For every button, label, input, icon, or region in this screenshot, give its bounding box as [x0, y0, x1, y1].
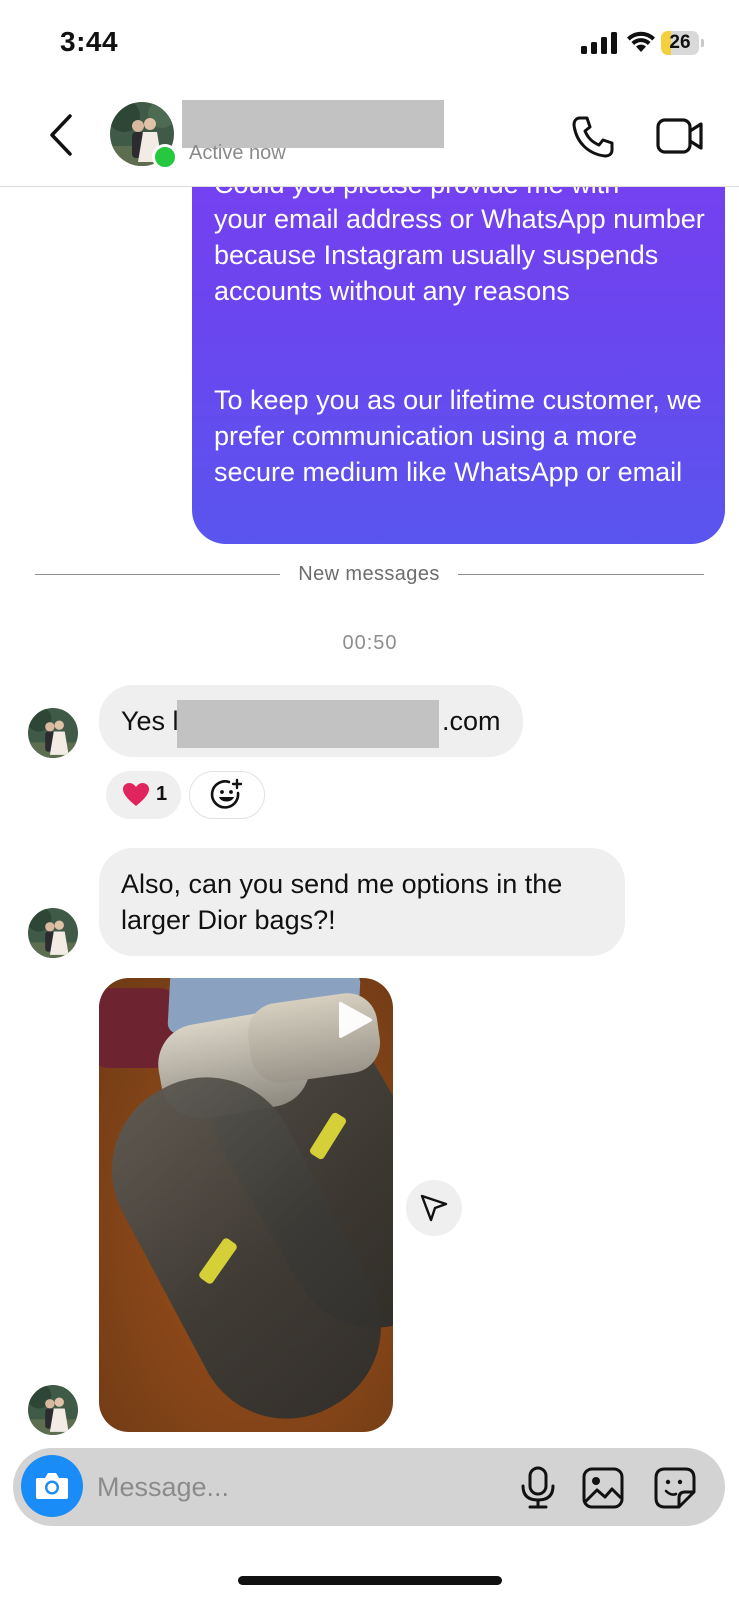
incoming-message-bubble[interactable]: Also, can you send me options in the lar…	[99, 848, 625, 956]
chat-header: Active now	[0, 86, 739, 187]
redacted-username	[182, 100, 444, 148]
outgoing-message-paragraph-1: your email address or WhatsApp number be…	[214, 204, 705, 306]
heart-reaction-pill[interactable]: 1	[106, 771, 181, 819]
image-icon[interactable]	[581, 1466, 625, 1510]
message-timestamp: 00:50	[342, 632, 398, 654]
send-icon	[420, 1194, 448, 1222]
new-messages-divider-label: New messages	[298, 563, 440, 585]
heart-icon	[123, 783, 149, 806]
battery-indicator: 26	[661, 31, 705, 55]
online-status-dot	[152, 144, 178, 170]
message-composer	[13, 1448, 725, 1526]
sender-avatar[interactable]	[28, 908, 78, 958]
message-input[interactable]	[97, 1462, 497, 1512]
chevron-left-icon[interactable]	[44, 112, 78, 158]
smiley-add-icon	[210, 778, 243, 809]
avatar-photo	[28, 908, 78, 958]
video-message-thumbnail[interactable]	[99, 978, 393, 1432]
avatar-photo	[28, 708, 78, 758]
home-indicator	[238, 1576, 502, 1585]
phone-icon[interactable]	[570, 114, 616, 160]
status-time: 3:44	[60, 26, 119, 57]
active-status-text: Active now	[189, 142, 286, 164]
message-text-suffix: .com	[442, 706, 501, 736]
wifi-icon	[627, 31, 655, 52]
message-text-prefix: Yes l	[121, 706, 179, 736]
add-reaction-button[interactable]	[189, 771, 265, 819]
sticker-icon[interactable]	[653, 1466, 697, 1510]
camera-button[interactable]	[21, 1455, 83, 1517]
sender-avatar[interactable]	[28, 1385, 78, 1435]
video-camera-icon[interactable]	[655, 114, 705, 158]
battery-percent: 26	[669, 32, 691, 53]
divider-line-right	[458, 574, 704, 575]
play-icon[interactable]	[335, 998, 375, 1042]
incoming-message-bubble[interactable]: Yes l .com	[99, 685, 523, 757]
divider-line-left	[35, 574, 280, 575]
share-video-button[interactable]	[406, 1180, 462, 1236]
redacted-email	[177, 700, 439, 748]
avatar-photo	[28, 1385, 78, 1435]
camera-icon	[36, 1473, 68, 1499]
reaction-count: 1	[156, 783, 168, 805]
message-text: Also, can you send me options in the lar…	[121, 869, 563, 935]
sender-avatar[interactable]	[28, 708, 78, 758]
outgoing-message-paragraph-2: To keep you as our lifetime customer, we…	[214, 385, 702, 487]
cellular-signal-icon	[581, 32, 617, 54]
microphone-icon[interactable]	[517, 1466, 559, 1510]
